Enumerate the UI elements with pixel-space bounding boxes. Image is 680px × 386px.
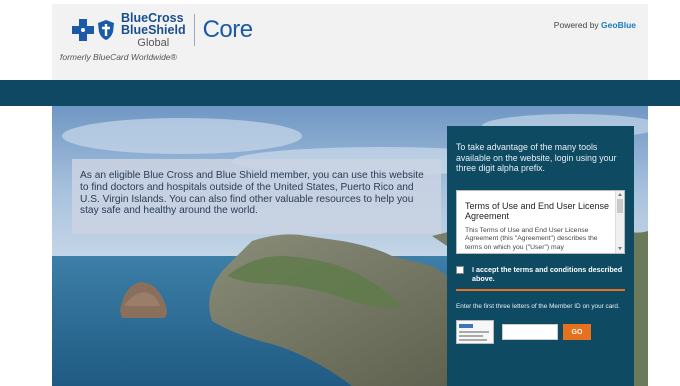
site-header: BlueCross BlueShield Global Core formerl…	[52, 4, 648, 80]
go-button[interactable]: GO	[563, 324, 591, 341]
brand-name: BlueCross BlueShield Global	[121, 10, 186, 49]
scroll-down-icon[interactable]	[618, 246, 622, 250]
product-name: Core	[202, 16, 254, 43]
page: BlueCross BlueShield Global Core formerl…	[0, 0, 680, 386]
powered-by: Powered by GeoBlue	[553, 20, 636, 30]
logo[interactable]: BlueCross BlueShield Global Core	[72, 10, 253, 50]
orange-divider	[456, 288, 625, 291]
member-id-label: Enter the first three letters of the Mem…	[456, 302, 620, 310]
member-prefix-input[interactable]	[502, 324, 558, 341]
blue-cross-icon	[72, 19, 94, 41]
terms-scrollbar[interactable]	[615, 190, 624, 253]
terms-title: Terms of Use and End User License Agreem…	[465, 200, 610, 221]
blue-shield-icon	[98, 20, 114, 40]
geoblue-link[interactable]: GeoBlue	[601, 20, 636, 30]
scroll-thumb[interactable]	[617, 198, 623, 213]
login-panel: To take advantage of the many tools avai…	[447, 126, 634, 386]
logo-divider	[193, 14, 195, 46]
terms-scrollbox[interactable]: Terms of Use and End User License Agreem…	[456, 189, 625, 254]
intro-text: As an eligible Blue Cross and Blue Shiel…	[80, 170, 424, 217]
navigation-bar	[0, 80, 680, 106]
brand-global: Global	[137, 36, 170, 49]
member-card-icon	[456, 320, 494, 345]
login-intro-text: To take advantage of the many tools avai…	[456, 142, 617, 174]
accept-terms-label[interactable]: I accept the terms and conditions descri…	[472, 265, 625, 283]
terms-text: This Terms of Use and End User License A…	[465, 226, 598, 251]
member-id-row: GO	[456, 320, 625, 345]
accept-terms-checkbox[interactable]	[456, 265, 464, 274]
scroll-up-icon[interactable]	[618, 192, 622, 196]
accept-terms-row: I accept the terms and conditions descri…	[456, 265, 625, 283]
intro-box: As an eligible Blue Cross and Blue Shiel…	[72, 159, 441, 234]
formerly-tagline: formerly BlueCard Worldwide®	[60, 52, 177, 62]
